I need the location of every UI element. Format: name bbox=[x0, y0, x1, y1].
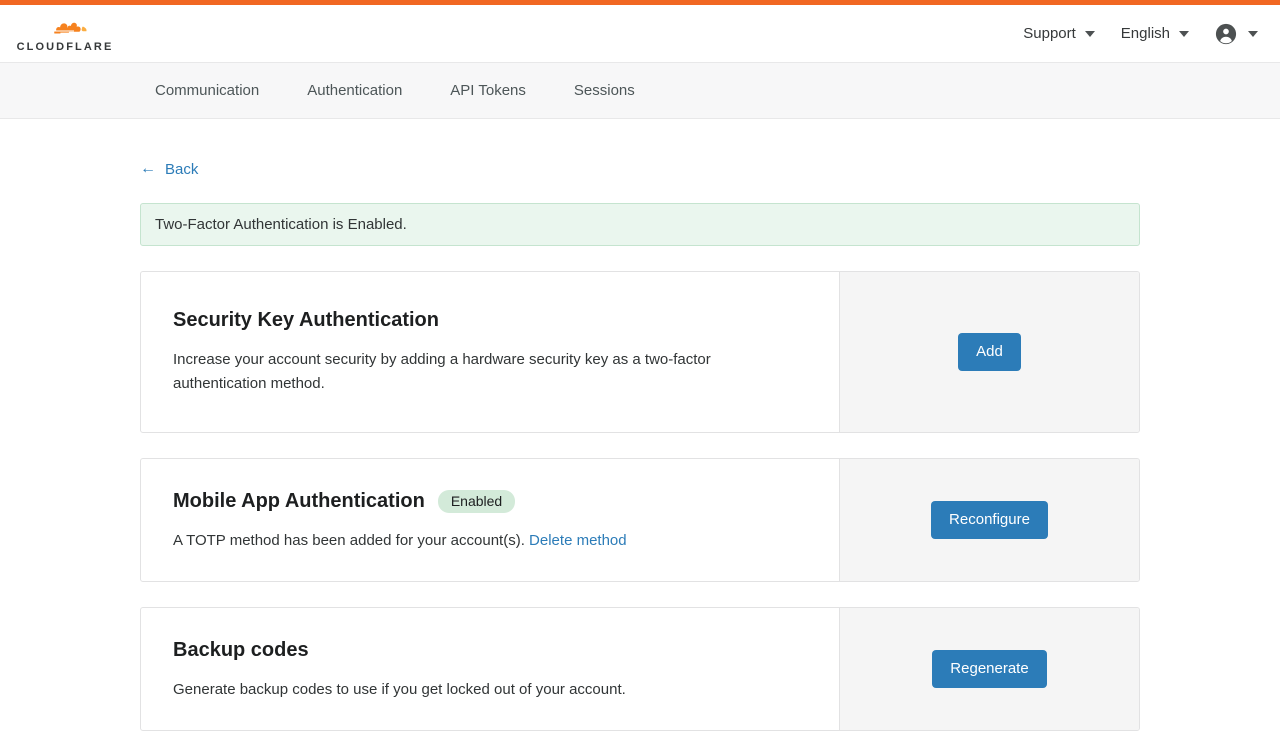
card-description: Increase your account security by adding… bbox=[173, 351, 711, 392]
card-mobile-app-authentication: Mobile App Authentication Enabled A TOTP… bbox=[140, 458, 1140, 582]
card-backup-codes: Backup codes Generate backup codes to us… bbox=[140, 607, 1140, 731]
card-description: Generate backup codes to use if you get … bbox=[173, 681, 626, 698]
card-title-text: Mobile App Authentication bbox=[173, 490, 425, 512]
card-body: Mobile App Authentication Enabled A TOTP… bbox=[141, 459, 839, 581]
support-label: Support bbox=[1023, 25, 1076, 42]
header-actions: Support English bbox=[1023, 23, 1258, 45]
card-title-text: Security Key Authentication bbox=[173, 309, 439, 331]
card-title: Security Key Authentication bbox=[173, 308, 807, 332]
status-banner-message: Two-Factor Authentication is Enabled. bbox=[155, 216, 407, 233]
card-title: Mobile App Authentication Enabled bbox=[173, 489, 807, 513]
card-action-panel: Regenerate bbox=[839, 608, 1139, 730]
tab-authentication[interactable]: Authentication bbox=[307, 83, 402, 98]
cloudflare-cloud-icon bbox=[54, 22, 87, 34]
arrow-left-icon: ← bbox=[140, 160, 156, 177]
card-description: A TOTP method has been added for your ac… bbox=[173, 529, 807, 553]
back-label: Back bbox=[165, 160, 199, 178]
app-header: CLOUDFLARE Support English bbox=[0, 5, 1280, 62]
card-security-key-authentication: Security Key Authentication Increase you… bbox=[140, 271, 1140, 433]
support-menu[interactable]: Support bbox=[1023, 26, 1095, 41]
language-menu[interactable]: English bbox=[1121, 26, 1189, 41]
card-description-text: A TOTP method has been added for your ac… bbox=[173, 532, 530, 549]
main-content: ← Back Two-Factor Authentication is Enab… bbox=[0, 119, 1280, 731]
chevron-down-icon bbox=[1248, 30, 1258, 37]
delete-method-link[interactable]: Delete method bbox=[529, 532, 627, 549]
secondary-navigation: Communication Authentication API Tokens … bbox=[0, 62, 1280, 119]
account-circle-icon bbox=[1215, 23, 1237, 44]
status-badge: Enabled bbox=[437, 489, 516, 513]
card-body: Security Key Authentication Increase you… bbox=[141, 272, 839, 432]
status-banner: Two-Factor Authentication is Enabled. bbox=[140, 203, 1140, 246]
chevron-down-icon bbox=[1084, 30, 1095, 37]
tab-api-tokens[interactable]: API Tokens bbox=[450, 83, 526, 98]
chevron-down-icon bbox=[1179, 30, 1189, 37]
card-title-text: Backup codes bbox=[173, 639, 309, 661]
card-action-panel: Add bbox=[839, 272, 1139, 432]
brand-wordmark: CLOUDFLARE bbox=[16, 41, 114, 53]
back-link[interactable]: ← Back bbox=[140, 161, 198, 177]
card-title: Backup codes bbox=[173, 638, 807, 662]
tab-sessions[interactable]: Sessions bbox=[574, 83, 635, 98]
account-menu[interactable] bbox=[1215, 23, 1258, 45]
add-button[interactable]: Add bbox=[958, 333, 1021, 371]
card-action-panel: Reconfigure bbox=[839, 459, 1139, 581]
regenerate-button[interactable]: Regenerate bbox=[932, 650, 1047, 688]
reconfigure-button[interactable]: Reconfigure bbox=[931, 501, 1048, 539]
tab-communication[interactable]: Communication bbox=[155, 83, 259, 98]
card-body: Backup codes Generate backup codes to us… bbox=[141, 608, 839, 730]
language-label: English bbox=[1120, 25, 1170, 42]
cloudflare-logo[interactable]: CLOUDFLARE bbox=[12, 14, 116, 53]
